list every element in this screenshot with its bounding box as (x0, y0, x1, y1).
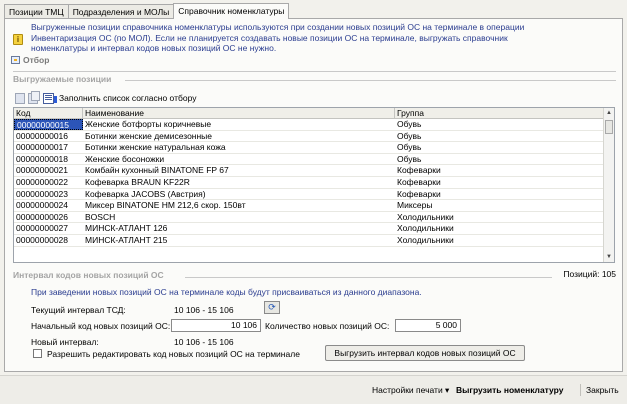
divider (125, 80, 616, 81)
positions-count: Позиций: 105 (563, 269, 616, 279)
cell-group: Холодильники (397, 211, 454, 222)
cell-code: 00000000015 (14, 119, 83, 130)
tab-panel: i Выгруженные позиции справочника номенк… (4, 18, 623, 372)
start-code-input[interactable]: 10 106 (171, 319, 261, 332)
column-header-name[interactable]: Наименование (83, 108, 395, 118)
cell-code: 00000000028 (16, 234, 69, 245)
allow-edit-label: Разрешить редактировать код новых позици… (47, 349, 300, 359)
cell-group: Обувь (397, 119, 422, 129)
cell-group: Холодильники (397, 234, 454, 245)
filter-icon (11, 56, 20, 64)
divider (185, 277, 552, 278)
close-button[interactable]: Закрыть (586, 385, 619, 395)
table-row[interactable]: 00000000026 BOSCH Холодильники (14, 212, 614, 224)
section-title-positions: Выгружаемые позиции (13, 74, 112, 84)
table-body: 00000000015 Женские ботфорты коричневые Об… (14, 119, 614, 247)
allow-edit-checkbox[interactable] (33, 349, 42, 358)
divider (13, 71, 616, 72)
current-interval-label: Текущий интервал ТСД: (31, 305, 126, 315)
table-row[interactable]: 00000000017 Ботинки женские натуральная к… (14, 142, 614, 154)
footer-bar: Настройки печати ▾ Выгрузить номенклатур… (0, 375, 627, 404)
scroll-up-icon[interactable]: ▲ (604, 108, 614, 118)
table-row[interactable]: 00000000016 Ботинки женские демисезонные О… (14, 131, 614, 143)
current-interval-value: 10 106 - 15 106 (174, 305, 234, 315)
cell-name: МИНСК-АТЛАНТ 215 (85, 234, 168, 245)
start-code-label: Начальный код новых позиций ОС: (31, 321, 171, 331)
tab-nomenclature[interactable]: Справочник номенклатуры (173, 3, 290, 19)
cell-group: Обувь (397, 142, 422, 153)
fill-list-button[interactable]: Заполнить список согласно отбору (59, 93, 196, 103)
upload-interval-button[interactable]: Выгрузить интервал кодов новых позиций О… (325, 345, 525, 361)
table-row[interactable]: 00000000027 МИНСК-АТЛАНТ 126 Холодильники (14, 223, 614, 235)
cell-group: Кофеварки (397, 165, 441, 176)
cell-group: Холодильники (397, 223, 454, 234)
quantity-label: Количество новых позиций ОС: (265, 321, 390, 331)
footer-separator (580, 384, 581, 396)
table-row[interactable]: 00000000028 МИНСК-АТЛАНТ 215 Холодильники (14, 235, 614, 247)
tab-bar: Позиции ТМЦ Подразделения и МОЛы Справоч… (4, 3, 290, 19)
cell-name: МИНСК-АТЛАНТ 126 (85, 223, 168, 234)
info-message: Выгруженные позиции справочника номенкла… (31, 22, 525, 53)
table-header: Код Наименование Группа (14, 108, 614, 119)
info-icon: i (13, 34, 23, 45)
cell-group: Кофеварки (397, 188, 441, 199)
cell-name: Комбайн кухонный BINATONE FP 67 (85, 165, 229, 176)
filter-toggle[interactable]: Отбор (11, 55, 49, 65)
cell-name: Миксер BINATONE HM 212,6 скор. 150вт (85, 200, 246, 211)
scroll-thumb[interactable] (605, 120, 613, 134)
scroll-down-icon[interactable]: ▼ (604, 252, 614, 262)
cell-name: Женские ботфорты коричневые (85, 119, 212, 129)
cell-name: Ботинки женские натуральная кожа (85, 142, 226, 153)
section-title-interval: Интервал кодов новых позиций ОС (13, 270, 164, 280)
edit-icon[interactable] (15, 92, 25, 104)
interval-note: При заведении новых позиций ОС на термин… (31, 287, 422, 297)
cell-code: 00000000023 (16, 188, 69, 199)
tab-tmc-positions[interactable]: Позиции ТМЦ (4, 4, 69, 19)
cell-code: 00000000021 (16, 165, 69, 176)
cell-name: BOSCH (85, 211, 116, 222)
cell-code: 00000000022 (16, 176, 69, 187)
copy-icon[interactable] (28, 90, 40, 104)
table-row[interactable]: 00000000021 Комбайн кухонный BINATONE FP … (14, 165, 614, 177)
table-scrollbar[interactable]: ▲ ▼ (603, 108, 614, 262)
fill-list-icon (43, 92, 57, 104)
cell-name: Ботинки женские демисезонные (85, 130, 213, 141)
quantity-input[interactable]: 5 000 (395, 319, 461, 332)
cell-name: Женские босоножки (85, 153, 165, 164)
cell-code: 00000000017 (16, 142, 69, 153)
column-header-code[interactable]: Код (14, 108, 83, 118)
column-header-group[interactable]: Группа (395, 108, 604, 118)
cell-group: Обувь (397, 153, 422, 164)
new-interval-label: Новый интервал: (31, 337, 99, 347)
cell-group: Кофеварки (397, 176, 441, 187)
table-row[interactable]: 00000000015 Женские ботфорты коричневые Об… (14, 119, 614, 131)
cell-code: 00000000018 (16, 153, 69, 164)
filter-label: Отбор (23, 55, 50, 65)
positions-table[interactable]: Код Наименование Группа 00000000015 Женск… (13, 107, 615, 263)
cell-name: Кофеварка JACOBS (Австрия) (85, 188, 206, 199)
cell-code: 00000000024 (16, 200, 69, 211)
print-settings-button[interactable]: Настройки печати ▾ (372, 385, 449, 396)
table-row[interactable]: 00000000024 Миксер BINATONE HM 212,6 скор… (14, 200, 614, 212)
cell-group: Миксеры (397, 200, 433, 211)
cell-name: Кофеварка BRAUN KF22R (85, 176, 190, 187)
cell-group: Обувь (397, 130, 422, 141)
upload-nomenclature-button[interactable]: Выгрузить номенклатуру (456, 385, 563, 395)
new-interval-value: 10 106 - 15 106 (174, 337, 234, 347)
table-row[interactable]: 00000000023 Кофеварка JACOBS (Австрия) Коф… (14, 189, 614, 201)
positions-toolbar: Заполнить список согласно отбору (15, 90, 196, 105)
table-row[interactable]: 00000000018 Женские босоножки Обувь (14, 154, 614, 166)
cell-code: 00000000026 (16, 211, 69, 222)
tab-departments[interactable]: Подразделения и МОЛы (67, 4, 175, 19)
refresh-icon[interactable]: ⟳ (264, 301, 280, 314)
table-row[interactable]: 00000000022 Кофеварка BRAUN KF22R Кофеварк… (14, 177, 614, 189)
cell-code: 00000000027 (16, 223, 69, 234)
cell-code: 00000000016 (16, 130, 69, 141)
